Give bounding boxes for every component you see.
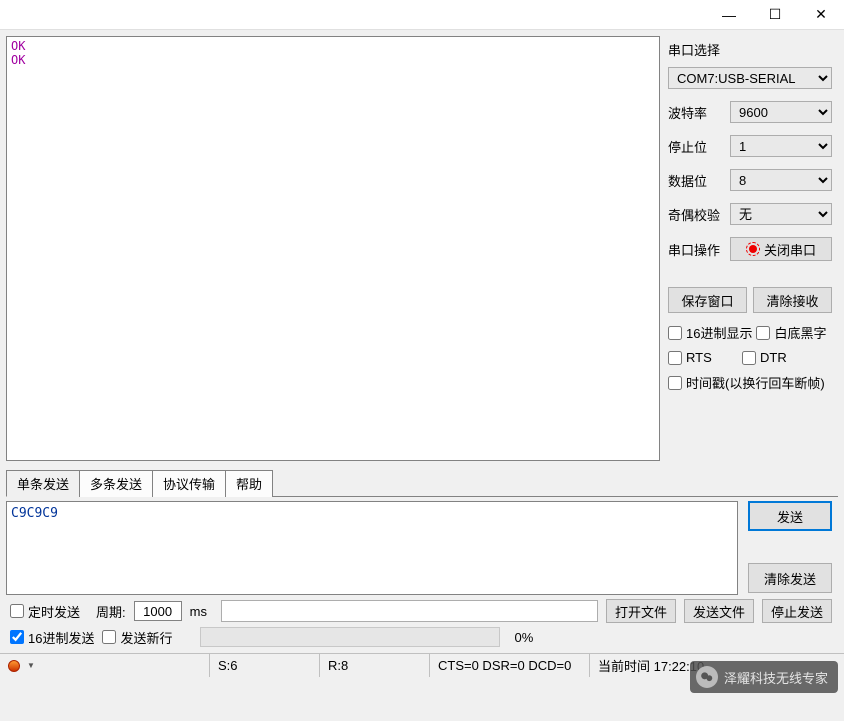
- databit-select[interactable]: 8: [730, 169, 832, 191]
- stopbit-label: 停止位: [668, 137, 724, 156]
- rts-checkbox[interactable]: RTS: [668, 350, 738, 365]
- dropdown-icon[interactable]: ▼: [27, 661, 35, 670]
- window-minimize-button[interactable]: —: [706, 0, 752, 29]
- open-file-button[interactable]: 打开文件: [606, 599, 676, 623]
- baud-label: 波特率: [668, 103, 724, 122]
- status-signals: CTS=0 DSR=0 DCD=0: [430, 654, 590, 677]
- window-maximize-button[interactable]: ☐: [752, 0, 798, 29]
- window-close-button[interactable]: ✕: [798, 0, 844, 29]
- serial-select-title: 串口选择: [668, 40, 832, 59]
- period-label: 周期:: [96, 602, 126, 621]
- output-line: OK: [11, 39, 655, 53]
- hex-send-checkbox[interactable]: 16进制发送: [10, 628, 94, 647]
- send-file-button[interactable]: 发送文件: [684, 599, 754, 623]
- status-sent: S:6: [210, 654, 320, 677]
- timestamp-checkbox[interactable]: 时间戳(以换行回车断帧): [668, 373, 825, 392]
- receive-output[interactable]: OK OK: [6, 36, 660, 461]
- databit-label: 数据位: [668, 171, 724, 190]
- save-window-button[interactable]: 保存窗口: [668, 287, 747, 313]
- tab-help[interactable]: 帮助: [225, 470, 273, 497]
- clear-send-button[interactable]: 清除发送: [748, 563, 832, 593]
- stopbit-select[interactable]: 1: [730, 135, 832, 157]
- white-bg-checkbox[interactable]: 白底黑字: [756, 323, 826, 342]
- port-status-icon: [746, 242, 760, 256]
- output-line: OK: [11, 53, 655, 67]
- dtr-checkbox[interactable]: DTR: [742, 350, 787, 365]
- file-path-input[interactable]: [221, 600, 598, 622]
- tab-single-send[interactable]: 单条发送: [6, 470, 80, 497]
- status-received: R:8: [320, 654, 430, 677]
- hex-display-checkbox[interactable]: 16进制显示: [668, 323, 752, 342]
- wechat-watermark: 泽耀科技无线专家: [690, 661, 838, 693]
- baud-select[interactable]: 9600: [730, 101, 832, 123]
- timed-send-checkbox[interactable]: 定时发送: [10, 602, 80, 621]
- period-input[interactable]: [134, 601, 182, 621]
- send-newline-checkbox[interactable]: 发送新行: [102, 628, 172, 647]
- stop-send-button[interactable]: 停止发送: [762, 599, 832, 623]
- close-port-button[interactable]: 关闭串口: [730, 237, 832, 261]
- port-select[interactable]: COM7:USB-SERIAL: [668, 67, 832, 89]
- clear-receive-button[interactable]: 清除接收: [753, 287, 832, 313]
- progress-percent: 0%: [514, 630, 533, 645]
- send-button[interactable]: 发送: [748, 501, 832, 531]
- wechat-icon: [696, 666, 718, 688]
- parity-label: 奇偶校验: [668, 205, 724, 224]
- port-action-label: 串口操作: [668, 240, 724, 259]
- send-tabs: 单条发送 多条发送 协议传输 帮助: [6, 469, 838, 497]
- send-input[interactable]: [6, 501, 738, 595]
- tab-multi-send[interactable]: 多条发送: [79, 470, 153, 497]
- parity-select[interactable]: 无: [730, 203, 832, 225]
- status-dot-icon: [8, 660, 20, 672]
- tab-protocol[interactable]: 协议传输: [152, 470, 226, 497]
- send-progress: [200, 627, 500, 647]
- period-unit: ms: [190, 604, 207, 619]
